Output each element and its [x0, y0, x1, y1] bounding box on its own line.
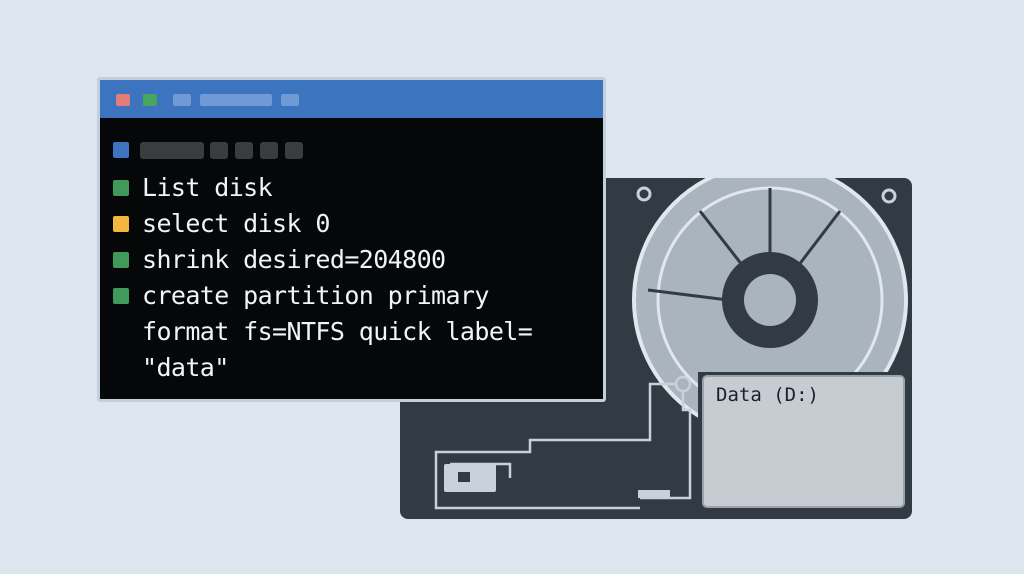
prompt-placeholder: [285, 142, 303, 159]
command-line: select disk 0: [100, 207, 603, 241]
status-ok-icon: [113, 252, 129, 268]
tab-icon[interactable]: [173, 94, 191, 106]
command-line: shrink desired=204800: [100, 243, 603, 277]
window-title-placeholder: [200, 94, 272, 106]
close-icon[interactable]: [116, 94, 130, 106]
prompt-placeholder: [210, 142, 228, 159]
command-line: format fs=NTFS quick label=: [100, 315, 603, 349]
drive-label: Data (D:): [716, 384, 819, 406]
status-warn-icon: [113, 216, 129, 232]
command-line: create partition primary: [100, 279, 603, 313]
command-text: create partition primary: [142, 281, 489, 310]
prompt-icon: [113, 142, 129, 158]
status-ok-icon: [113, 180, 129, 196]
maximize-icon[interactable]: [143, 94, 157, 106]
new-tab-icon[interactable]: [281, 94, 299, 106]
command-text: format fs=NTFS quick label=: [142, 317, 533, 346]
command-text: select disk 0: [142, 209, 330, 238]
command-line: "data": [100, 351, 603, 385]
command-line: List disk: [100, 171, 603, 205]
prompt-placeholder: [235, 142, 253, 159]
prompt-placeholder: [140, 142, 204, 159]
command-text: List disk: [142, 173, 273, 202]
window-titlebar: [100, 80, 603, 118]
command-text: shrink desired=204800: [142, 245, 446, 274]
prompt-placeholder: [260, 142, 278, 159]
command-text: "data": [142, 353, 229, 382]
status-ok-icon: [113, 288, 129, 304]
terminal-window: List disk select disk 0 shrink desired=2…: [97, 77, 606, 402]
